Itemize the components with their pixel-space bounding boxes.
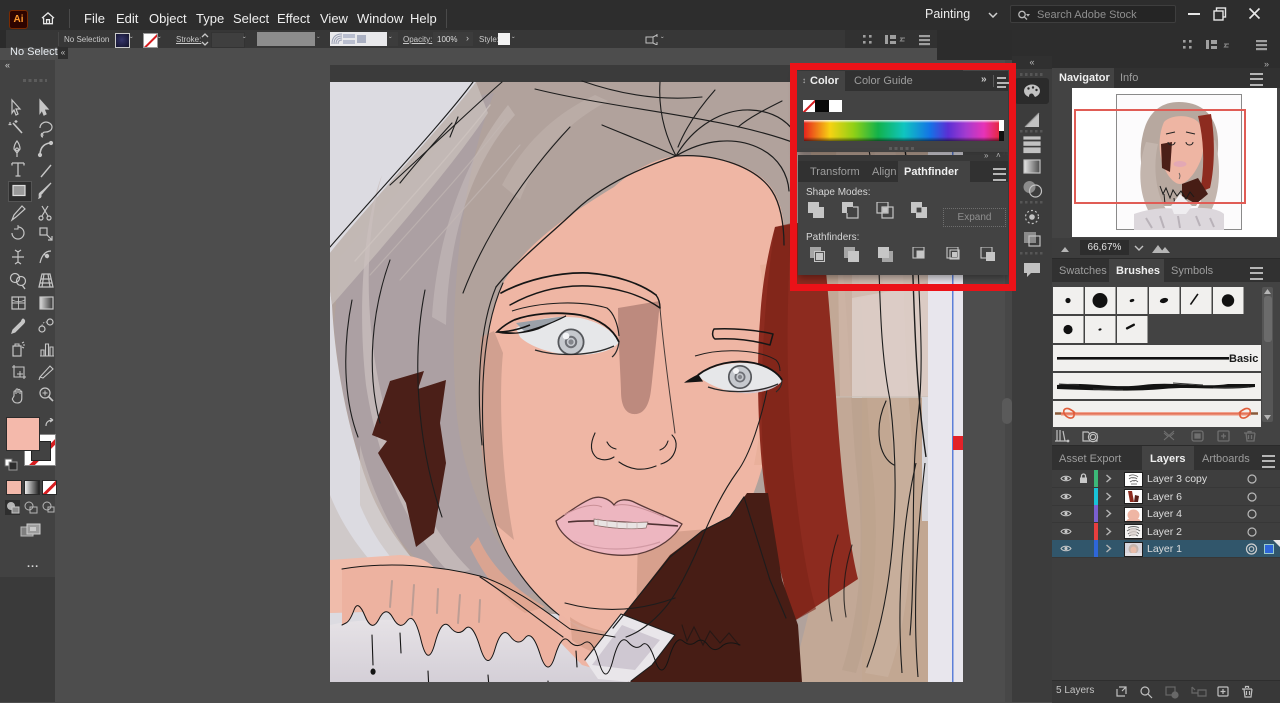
svg-text:Basic: Basic (1229, 353, 1258, 365)
